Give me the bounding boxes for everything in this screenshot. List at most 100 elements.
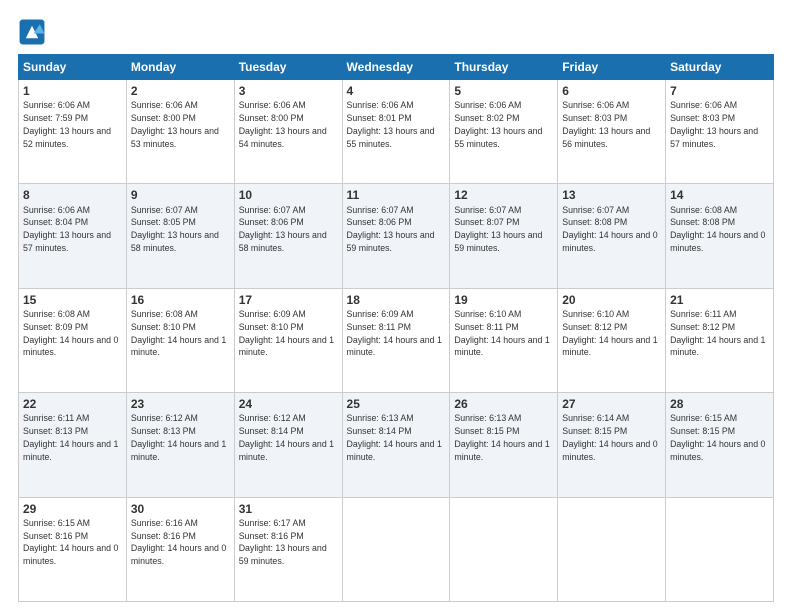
day-number: 6 bbox=[562, 83, 661, 99]
calendar-cell: 31Sunrise: 6:17 AMSunset: 8:16 PMDayligh… bbox=[234, 497, 342, 601]
day-info: Sunrise: 6:07 AMSunset: 8:05 PMDaylight:… bbox=[131, 205, 219, 253]
day-info: Sunrise: 6:07 AMSunset: 8:06 PMDaylight:… bbox=[239, 205, 327, 253]
day-number: 25 bbox=[347, 396, 446, 412]
calendar-cell bbox=[450, 497, 558, 601]
calendar-cell: 4Sunrise: 6:06 AMSunset: 8:01 PMDaylight… bbox=[342, 80, 450, 184]
day-number: 12 bbox=[454, 187, 553, 203]
weekday-saturday: Saturday bbox=[666, 55, 774, 80]
calendar-cell: 24Sunrise: 6:12 AMSunset: 8:14 PMDayligh… bbox=[234, 393, 342, 497]
day-number: 21 bbox=[670, 292, 769, 308]
day-info: Sunrise: 6:07 AMSunset: 8:06 PMDaylight:… bbox=[347, 205, 435, 253]
calendar-cell: 19Sunrise: 6:10 AMSunset: 8:11 PMDayligh… bbox=[450, 288, 558, 392]
day-number: 29 bbox=[23, 501, 122, 517]
calendar-cell: 9Sunrise: 6:07 AMSunset: 8:05 PMDaylight… bbox=[126, 184, 234, 288]
week-row-1: 1Sunrise: 6:06 AMSunset: 7:59 PMDaylight… bbox=[19, 80, 774, 184]
day-number: 11 bbox=[347, 187, 446, 203]
calendar-cell: 1Sunrise: 6:06 AMSunset: 7:59 PMDaylight… bbox=[19, 80, 127, 184]
calendar-cell: 5Sunrise: 6:06 AMSunset: 8:02 PMDaylight… bbox=[450, 80, 558, 184]
calendar-cell bbox=[558, 497, 666, 601]
calendar-cell: 3Sunrise: 6:06 AMSunset: 8:00 PMDaylight… bbox=[234, 80, 342, 184]
day-number: 20 bbox=[562, 292, 661, 308]
day-number: 26 bbox=[454, 396, 553, 412]
calendar-cell: 17Sunrise: 6:09 AMSunset: 8:10 PMDayligh… bbox=[234, 288, 342, 392]
day-info: Sunrise: 6:06 AMSunset: 8:03 PMDaylight:… bbox=[670, 100, 758, 148]
day-number: 17 bbox=[239, 292, 338, 308]
day-info: Sunrise: 6:10 AMSunset: 8:11 PMDaylight:… bbox=[454, 309, 549, 357]
calendar-cell: 8 Sunrise: 6:06 AMSunset: 8:04 PMDaylight… bbox=[19, 184, 127, 288]
week-row-4: 22Sunrise: 6:11 AMSunset: 8:13 PMDayligh… bbox=[19, 393, 774, 497]
calendar-cell: 7Sunrise: 6:06 AMSunset: 8:03 PMDaylight… bbox=[666, 80, 774, 184]
day-number: 27 bbox=[562, 396, 661, 412]
calendar-cell: 25Sunrise: 6:13 AMSunset: 8:14 PMDayligh… bbox=[342, 393, 450, 497]
day-info: Sunrise: 6:11 AMSunset: 8:13 PMDaylight:… bbox=[23, 413, 118, 461]
day-number: 7 bbox=[670, 83, 769, 99]
day-info: Sunrise: 6:15 AMSunset: 8:16 PMDaylight:… bbox=[23, 518, 118, 566]
weekday-wednesday: Wednesday bbox=[342, 55, 450, 80]
day-info: Sunrise: 6:13 AMSunset: 8:14 PMDaylight:… bbox=[347, 413, 442, 461]
day-number: 28 bbox=[670, 396, 769, 412]
day-number: 15 bbox=[23, 292, 122, 308]
day-info: Sunrise: 6:06 AMSunset: 8:03 PMDaylight:… bbox=[562, 100, 650, 148]
calendar-cell: 12Sunrise: 6:07 AMSunset: 8:07 PMDayligh… bbox=[450, 184, 558, 288]
day-number: 3 bbox=[239, 83, 338, 99]
weekday-header-row: SundayMondayTuesdayWednesdayThursdayFrid… bbox=[19, 55, 774, 80]
day-number: 10 bbox=[239, 187, 338, 203]
day-number: 31 bbox=[239, 501, 338, 517]
day-number: 1 bbox=[23, 83, 122, 99]
header bbox=[18, 18, 774, 46]
calendar-cell: 20Sunrise: 6:10 AMSunset: 8:12 PMDayligh… bbox=[558, 288, 666, 392]
calendar-cell bbox=[342, 497, 450, 601]
day-info: Sunrise: 6:08 AMSunset: 8:08 PMDaylight:… bbox=[670, 205, 765, 253]
calendar-cell: 11 Sunrise: 6:07 AMSunset: 8:06 PMDayligh… bbox=[342, 184, 450, 288]
weekday-friday: Friday bbox=[558, 55, 666, 80]
day-number: 5 bbox=[454, 83, 553, 99]
day-info: Sunrise: 6:06 AMSunset: 8:00 PMDaylight:… bbox=[239, 100, 327, 148]
day-info: Sunrise: 6:06 AMSunset: 8:01 PMDaylight:… bbox=[347, 100, 435, 148]
calendar-cell: 26Sunrise: 6:13 AMSunset: 8:15 PMDayligh… bbox=[450, 393, 558, 497]
calendar-cell: 21Sunrise: 6:11 AMSunset: 8:12 PMDayligh… bbox=[666, 288, 774, 392]
calendar-cell: 2Sunrise: 6:06 AMSunset: 8:00 PMDaylight… bbox=[126, 80, 234, 184]
calendar-cell: 23Sunrise: 6:12 AMSunset: 8:13 PMDayligh… bbox=[126, 393, 234, 497]
day-info: Sunrise: 6:06 AMSunset: 7:59 PMDaylight:… bbox=[23, 100, 111, 148]
day-info: Sunrise: 6:08 AMSunset: 8:09 PMDaylight:… bbox=[23, 309, 118, 357]
day-number: 18 bbox=[347, 292, 446, 308]
calendar-cell: 13 Sunrise: 6:07 AMSunset: 8:08 PMDayligh… bbox=[558, 184, 666, 288]
calendar-cell: 22Sunrise: 6:11 AMSunset: 8:13 PMDayligh… bbox=[19, 393, 127, 497]
day-number: 22 bbox=[23, 396, 122, 412]
day-info: Sunrise: 6:06 AMSunset: 8:04 PMDaylight:… bbox=[23, 205, 111, 253]
weekday-tuesday: Tuesday bbox=[234, 55, 342, 80]
calendar-cell: 15Sunrise: 6:08 AMSunset: 8:09 PMDayligh… bbox=[19, 288, 127, 392]
weekday-monday: Monday bbox=[126, 55, 234, 80]
day-info: Sunrise: 6:17 AMSunset: 8:16 PMDaylight:… bbox=[239, 518, 327, 566]
calendar-cell: 28Sunrise: 6:15 AMSunset: 8:15 PMDayligh… bbox=[666, 393, 774, 497]
weekday-sunday: Sunday bbox=[19, 55, 127, 80]
day-number: 19 bbox=[454, 292, 553, 308]
day-info: Sunrise: 6:16 AMSunset: 8:16 PMDaylight:… bbox=[131, 518, 226, 566]
day-number: 8 bbox=[23, 187, 122, 203]
day-info: Sunrise: 6:09 AMSunset: 8:11 PMDaylight:… bbox=[347, 309, 442, 357]
day-info: Sunrise: 6:10 AMSunset: 8:12 PMDaylight:… bbox=[562, 309, 657, 357]
day-info: Sunrise: 6:06 AMSunset: 8:02 PMDaylight:… bbox=[454, 100, 542, 148]
weekday-thursday: Thursday bbox=[450, 55, 558, 80]
calendar-cell: 27Sunrise: 6:14 AMSunset: 8:15 PMDayligh… bbox=[558, 393, 666, 497]
calendar-cell: 18Sunrise: 6:09 AMSunset: 8:11 PMDayligh… bbox=[342, 288, 450, 392]
day-info: Sunrise: 6:14 AMSunset: 8:15 PMDaylight:… bbox=[562, 413, 657, 461]
day-number: 4 bbox=[347, 83, 446, 99]
day-number: 24 bbox=[239, 396, 338, 412]
day-number: 23 bbox=[131, 396, 230, 412]
day-info: Sunrise: 6:13 AMSunset: 8:15 PMDaylight:… bbox=[454, 413, 549, 461]
page: SundayMondayTuesdayWednesdayThursdayFrid… bbox=[0, 0, 792, 612]
day-info: Sunrise: 6:11 AMSunset: 8:12 PMDaylight:… bbox=[670, 309, 765, 357]
day-info: Sunrise: 6:12 AMSunset: 8:13 PMDaylight:… bbox=[131, 413, 226, 461]
day-number: 16 bbox=[131, 292, 230, 308]
day-info: Sunrise: 6:12 AMSunset: 8:14 PMDaylight:… bbox=[239, 413, 334, 461]
day-number: 30 bbox=[131, 501, 230, 517]
logo bbox=[18, 18, 50, 46]
calendar-cell: 14Sunrise: 6:08 AMSunset: 8:08 PMDayligh… bbox=[666, 184, 774, 288]
calendar-cell: 16Sunrise: 6:08 AMSunset: 8:10 PMDayligh… bbox=[126, 288, 234, 392]
day-number: 13 bbox=[562, 187, 661, 203]
day-info: Sunrise: 6:09 AMSunset: 8:10 PMDaylight:… bbox=[239, 309, 334, 357]
day-info: Sunrise: 6:15 AMSunset: 8:15 PMDaylight:… bbox=[670, 413, 765, 461]
day-info: Sunrise: 6:07 AMSunset: 8:08 PMDaylight:… bbox=[562, 205, 657, 253]
calendar-table: SundayMondayTuesdayWednesdayThursdayFrid… bbox=[18, 54, 774, 602]
